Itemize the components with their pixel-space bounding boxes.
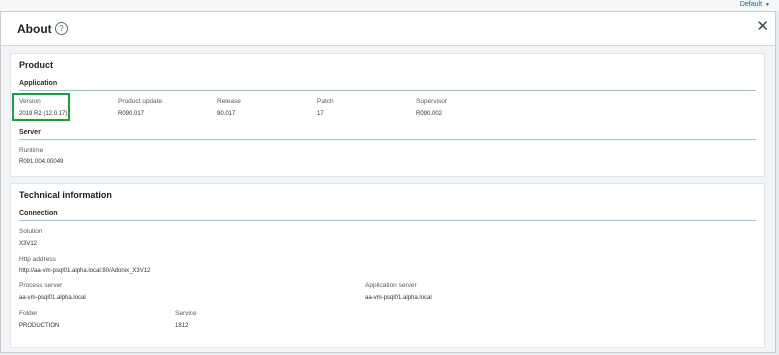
application-server-value: aa-vm-psql01.alpha.local <box>365 295 432 301</box>
release-value: 90.017 <box>217 111 236 117</box>
default-dropdown[interactable]: Default ▼ <box>740 1 770 8</box>
supervisor-value: R090.002 <box>416 111 443 117</box>
server-divider <box>19 139 756 140</box>
dialog-title: About <box>17 22 52 36</box>
server-section-title: Server <box>19 129 41 136</box>
product-card: Product Application Version 2019 R2 (12.… <box>10 53 765 177</box>
technical-title: Technical information <box>19 190 112 200</box>
http-address-value: http://aa-vm-psql01.alpha.local:80/Adoni… <box>19 268 151 274</box>
about-dialog: About ? ✕ Product Application Version 20… <box>0 11 776 353</box>
connection-section-title: Connection <box>19 210 58 217</box>
patch-value: 17 <box>317 111 324 117</box>
service-label: Service <box>175 310 197 317</box>
version-highlight-box <box>12 93 70 121</box>
supervisor-label: Supervisor <box>416 98 448 105</box>
application-section-title: Application <box>19 80 58 87</box>
product-update-value: R090.017 <box>118 111 145 117</box>
folder-label: Folder <box>19 310 38 317</box>
http-address-label: Http address <box>19 256 56 263</box>
runtime-label: Runtime <box>19 147 44 154</box>
solution-value: X3V12 <box>19 241 38 247</box>
application-server-label: Application server <box>365 282 417 289</box>
process-server-label: Process server <box>19 282 63 289</box>
question-circle-icon[interactable]: ? <box>55 22 68 35</box>
dialog-header: About ? ✕ <box>1 12 775 46</box>
release-label: Release <box>217 98 241 105</box>
product-update-label: Product update <box>118 98 163 105</box>
service-value: 1812 <box>175 323 189 329</box>
product-title: Product <box>19 60 54 70</box>
close-icon[interactable]: ✕ <box>756 19 769 34</box>
runtime-value: R091.004.00049 <box>19 159 64 165</box>
patch-label: Patch <box>317 98 334 105</box>
caret-down-icon: ▼ <box>765 2 770 8</box>
connection-divider <box>19 220 756 221</box>
solution-label: Solution <box>19 228 43 235</box>
technical-card: Technical information Connection Solutio… <box>10 183 765 348</box>
process-server-value: aa-vm-psql01.alpha.local <box>19 295 86 301</box>
default-label: Default <box>739 1 763 8</box>
application-divider <box>19 90 756 91</box>
folder-value: PRODUCTION <box>19 323 60 329</box>
top-strip: Default ▼ <box>0 0 779 11</box>
